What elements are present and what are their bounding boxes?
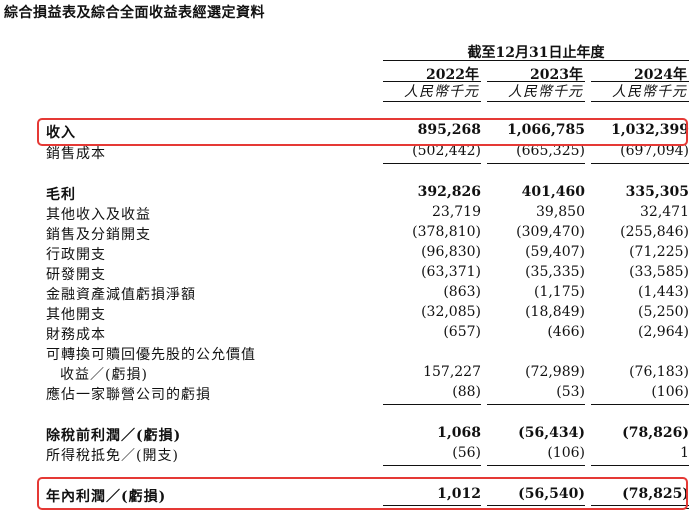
row-label: 其他收入及收益 — [46, 207, 151, 223]
unit-rule — [591, 101, 689, 102]
table-row: 所得稅抵免／(開支) (56) (106) 1 — [0, 445, 700, 465]
subtotal-rule — [383, 163, 481, 164]
subtotal-rule — [487, 163, 585, 164]
cell-2022: (378,810) — [412, 224, 481, 240]
cell-2024: 32,471 — [640, 204, 689, 220]
subtotal-rule — [487, 465, 585, 466]
cell-2023: (59,407) — [525, 244, 585, 260]
row-label: 應佔一家聯營公司的虧損 — [46, 387, 211, 403]
unit-label: 人民幣千元 — [508, 84, 583, 100]
table-row-gross-profit: 毛利 392,826 401,460 335,305 — [0, 184, 700, 204]
subtotal-rule — [591, 404, 689, 405]
period-header: 截至12月31日止年度 — [467, 45, 605, 61]
row-label: 其他開支 — [46, 307, 106, 323]
unit-rule — [383, 101, 481, 102]
row-label: 財務成本 — [46, 327, 106, 343]
cell-2022: 157,227 — [423, 364, 481, 380]
unit-rule — [487, 101, 585, 102]
table-row: 其他收入及收益 23,719 39,850 32,471 — [0, 204, 700, 224]
table-row: 銷售及分銷開支 (378,810) (309,470) (255,846) — [0, 224, 700, 244]
unit-label: 人民幣千元 — [612, 84, 687, 100]
cell-2022: (56) — [452, 445, 481, 461]
cell-2024: (33,585) — [629, 264, 689, 280]
cell-2024: (5,250) — [637, 304, 689, 320]
subtotal-rule — [383, 404, 481, 405]
table-row: 財務成本 (657) (466) (2,964) — [0, 324, 700, 344]
cell-2023: (466) — [547, 324, 585, 340]
row-label: 可轉換可贖回優先股的公允價值 — [46, 347, 256, 363]
cell-2024: (1,443) — [637, 284, 689, 300]
cell-2023: (309,470) — [516, 224, 585, 240]
row-label: 毛利 — [46, 187, 76, 203]
subtotal-rule — [487, 404, 585, 405]
cell-2023: (106) — [547, 445, 585, 461]
cell-2023: 401,460 — [521, 184, 585, 200]
cell-2023: (1,175) — [533, 284, 585, 300]
subtotal-rule — [383, 465, 481, 466]
cell-2024: (106) — [651, 384, 689, 400]
cell-2024: (2,964) — [637, 324, 689, 340]
page-title: 綜合損益表及綜合全面收益表經選定資料 — [4, 5, 265, 21]
cell-2022: (863) — [443, 284, 481, 300]
table-row: 金融資產減值虧損淨額 (863) (1,175) (1,443) — [0, 284, 700, 304]
cell-2023: (18,849) — [525, 304, 585, 320]
table-row: 行政開支 (96,830) (59,407) (71,225) — [0, 244, 700, 264]
cell-2023: (56,434) — [518, 425, 585, 441]
period-rule — [383, 60, 689, 61]
row-label: 收益／(虧損) — [60, 367, 148, 383]
table-row: 收益／(虧損) 157,227 (72,989) (76,183) — [0, 364, 700, 384]
row-label: 銷售成本 — [46, 146, 106, 162]
row-label: 銷售及分銷開支 — [46, 227, 151, 243]
row-label: 行政開支 — [46, 247, 106, 263]
unit-label: 人民幣千元 — [404, 84, 479, 100]
table-row: 應佔一家聯營公司的虧損 (88) (53) (106) — [0, 384, 700, 404]
cell-2022: 1,068 — [437, 425, 481, 441]
cell-2022: 23,719 — [432, 204, 481, 220]
table-row-profit-before-tax: 除稅前利潤／(虧損) 1,068 (56,434) (78,826) — [0, 425, 700, 445]
cell-2022: (657) — [443, 324, 481, 340]
cell-2024: 335,305 — [625, 184, 689, 200]
cell-2024: (71,225) — [629, 244, 689, 260]
cell-2023: (72,989) — [525, 364, 585, 380]
row-label: 除稅前利潤／(虧損) — [46, 428, 182, 444]
cell-2024: (255,846) — [620, 224, 689, 240]
highlight-box-profit — [37, 477, 688, 510]
cell-2022: (96,830) — [421, 244, 481, 260]
cell-2022: 392,826 — [417, 184, 481, 200]
subtotal-rule — [591, 465, 689, 466]
row-label: 所得稅抵免／(開支) — [46, 448, 179, 464]
row-label: 金融資產減值虧損淨額 — [46, 287, 196, 303]
cell-2023: (35,335) — [525, 264, 585, 280]
cell-2023: (53) — [556, 384, 585, 400]
cell-2022: (32,085) — [421, 304, 481, 320]
table-row-cost-of-sales: 銷售成本 (502,442) (665,325) (697,094) — [0, 143, 700, 163]
table-row: 其他開支 (32,085) (18,849) (5,250) — [0, 304, 700, 324]
cell-2022: (63,371) — [421, 264, 481, 280]
table-row: 可轉換可贖回優先股的公允價值 — [0, 344, 700, 364]
row-label: 研發開支 — [46, 267, 106, 283]
cell-2024: (78,826) — [622, 425, 689, 441]
cell-2022: (88) — [452, 384, 481, 400]
cell-2024: 1 — [680, 445, 689, 461]
subtotal-rule — [591, 163, 689, 164]
cell-2024: (76,183) — [629, 364, 689, 380]
highlight-box-revenue — [37, 118, 688, 146]
cell-2023: 39,850 — [536, 204, 585, 220]
table-row: 研發開支 (63,371) (35,335) (33,585) — [0, 264, 700, 284]
